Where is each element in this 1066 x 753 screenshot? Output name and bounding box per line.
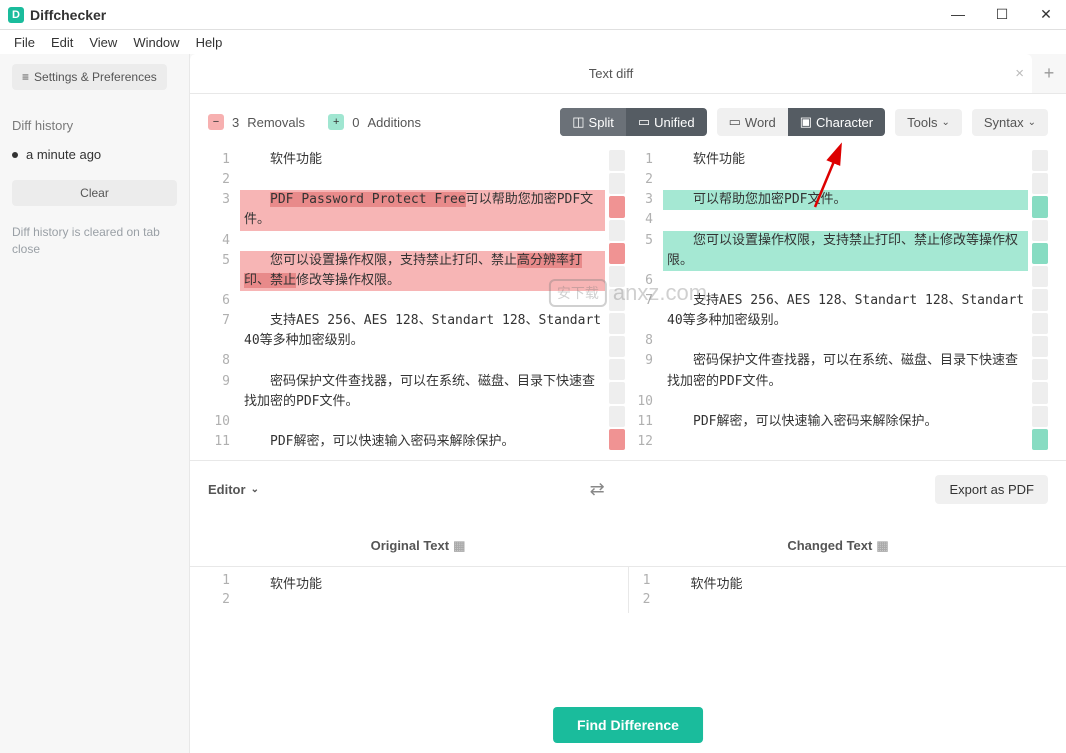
word-button[interactable]: ▭Word (717, 108, 788, 136)
titlebar: D Diffchecker — ☐ ✕ (0, 0, 1066, 30)
removals-label: Removals (247, 115, 305, 130)
tab-text-diff[interactable]: Text diff × (190, 54, 1032, 93)
diff-history-heading: Diff history (12, 118, 177, 133)
toolbar: − 3 Removals + 0 Additions ◫Split ▭Unifi… (190, 94, 1066, 150)
swap-icon[interactable]: ⇄ (259, 479, 936, 500)
character-button[interactable]: ▣Character (788, 108, 885, 136)
unified-icon: ▭ (638, 114, 650, 130)
menu-help[interactable]: Help (188, 35, 231, 50)
plus-icon: ▦ (876, 538, 888, 553)
chevron-down-icon: ⌄ (1028, 117, 1036, 128)
tab-close-icon[interactable]: × (1015, 65, 1024, 82)
settings-button[interactable]: ≡ Settings & Preferences (12, 64, 167, 90)
menu-view[interactable]: View (81, 35, 125, 50)
sidebar: ≡ Settings & Preferences Diff history a … (0, 54, 190, 753)
app-logo-icon: D (8, 7, 24, 23)
editor-bar: Editor⌄ ⇄ Export as PDF (190, 460, 1066, 518)
additions-count: 0 (352, 115, 359, 130)
additions-badge: + (328, 114, 344, 130)
export-pdf-button[interactable]: Export as PDF (935, 475, 1048, 504)
history-note: Diff history is cleared on tab close (12, 224, 177, 258)
changed-text-header: Changed Text▦ (628, 538, 1048, 554)
syntax-dropdown[interactable]: Syntax⌄ (972, 109, 1048, 136)
right-diff-pane[interactable]: 1 软件功能23 可以帮助您加密PDF文件。45 您可以设置操作权限，支持禁止打… (631, 150, 1028, 450)
original-text-header: Original Text▦ (208, 538, 628, 554)
editor-dropdown[interactable]: Editor⌄ (208, 482, 259, 497)
tab-bar: Text diff × + (190, 54, 1066, 94)
content: ≡ Settings & Preferences Diff history a … (0, 54, 1066, 753)
find-difference-button[interactable]: Find Difference (553, 707, 703, 743)
maximize-button[interactable]: ☐ (990, 6, 1014, 23)
chevron-down-icon: ⌄ (251, 484, 259, 495)
clear-history-button[interactable]: Clear (12, 180, 177, 206)
tab-label: Text diff (589, 66, 634, 81)
editor-panes: 1 软件功能2 1 软件功能2 (190, 566, 1066, 613)
granularity-toggle: ▭Word ▣Character (717, 108, 886, 136)
removals-badge: − (208, 114, 224, 130)
original-text-input[interactable]: 1 软件功能2 (208, 567, 629, 613)
window-controls: — ☐ ✕ (946, 6, 1058, 23)
close-button[interactable]: ✕ (1034, 6, 1058, 23)
settings-label: Settings & Preferences (34, 70, 157, 84)
right-minimap[interactable] (1032, 150, 1048, 450)
char-icon: ▣ (800, 114, 812, 130)
tools-dropdown[interactable]: Tools⌄ (895, 109, 962, 136)
main: Text diff × + − 3 Removals + 0 Additions… (190, 54, 1066, 753)
chevron-down-icon: ⌄ (941, 117, 949, 128)
diff-area: 1 软件功能23 PDF Password Protect Free可以帮助您加… (190, 150, 1066, 460)
sliders-icon: ≡ (22, 70, 29, 84)
word-icon: ▭ (729, 114, 741, 130)
plus-icon: ▦ (453, 538, 465, 553)
change-counts: − 3 Removals + 0 Additions (208, 114, 421, 130)
split-icon: ◫ (572, 114, 584, 130)
history-item[interactable]: a minute ago (12, 147, 177, 162)
left-minimap[interactable] (609, 150, 625, 450)
changed-text-input[interactable]: 1 软件功能2 (629, 567, 1049, 613)
menu-edit[interactable]: Edit (43, 35, 81, 50)
editor-headers: Original Text▦ Changed Text▦ (190, 518, 1066, 560)
left-diff-pane[interactable]: 1 软件功能23 PDF Password Protect Free可以帮助您加… (208, 150, 605, 450)
unified-view-button[interactable]: ▭Unified (626, 108, 707, 136)
minimize-button[interactable]: — (946, 6, 970, 23)
menubar: File Edit View Window Help (0, 30, 1066, 54)
removals-count: 3 (232, 115, 239, 130)
split-view-button[interactable]: ◫Split (560, 108, 626, 136)
view-mode-toggle: ◫Split ▭Unified (560, 108, 706, 136)
menu-file[interactable]: File (6, 35, 43, 50)
history-item-label: a minute ago (26, 147, 101, 162)
bullet-icon (12, 152, 18, 158)
app-title: Diffchecker (30, 7, 106, 23)
menu-window[interactable]: Window (125, 35, 187, 50)
tab-add-button[interactable]: + (1032, 63, 1066, 84)
additions-label: Additions (368, 115, 421, 130)
